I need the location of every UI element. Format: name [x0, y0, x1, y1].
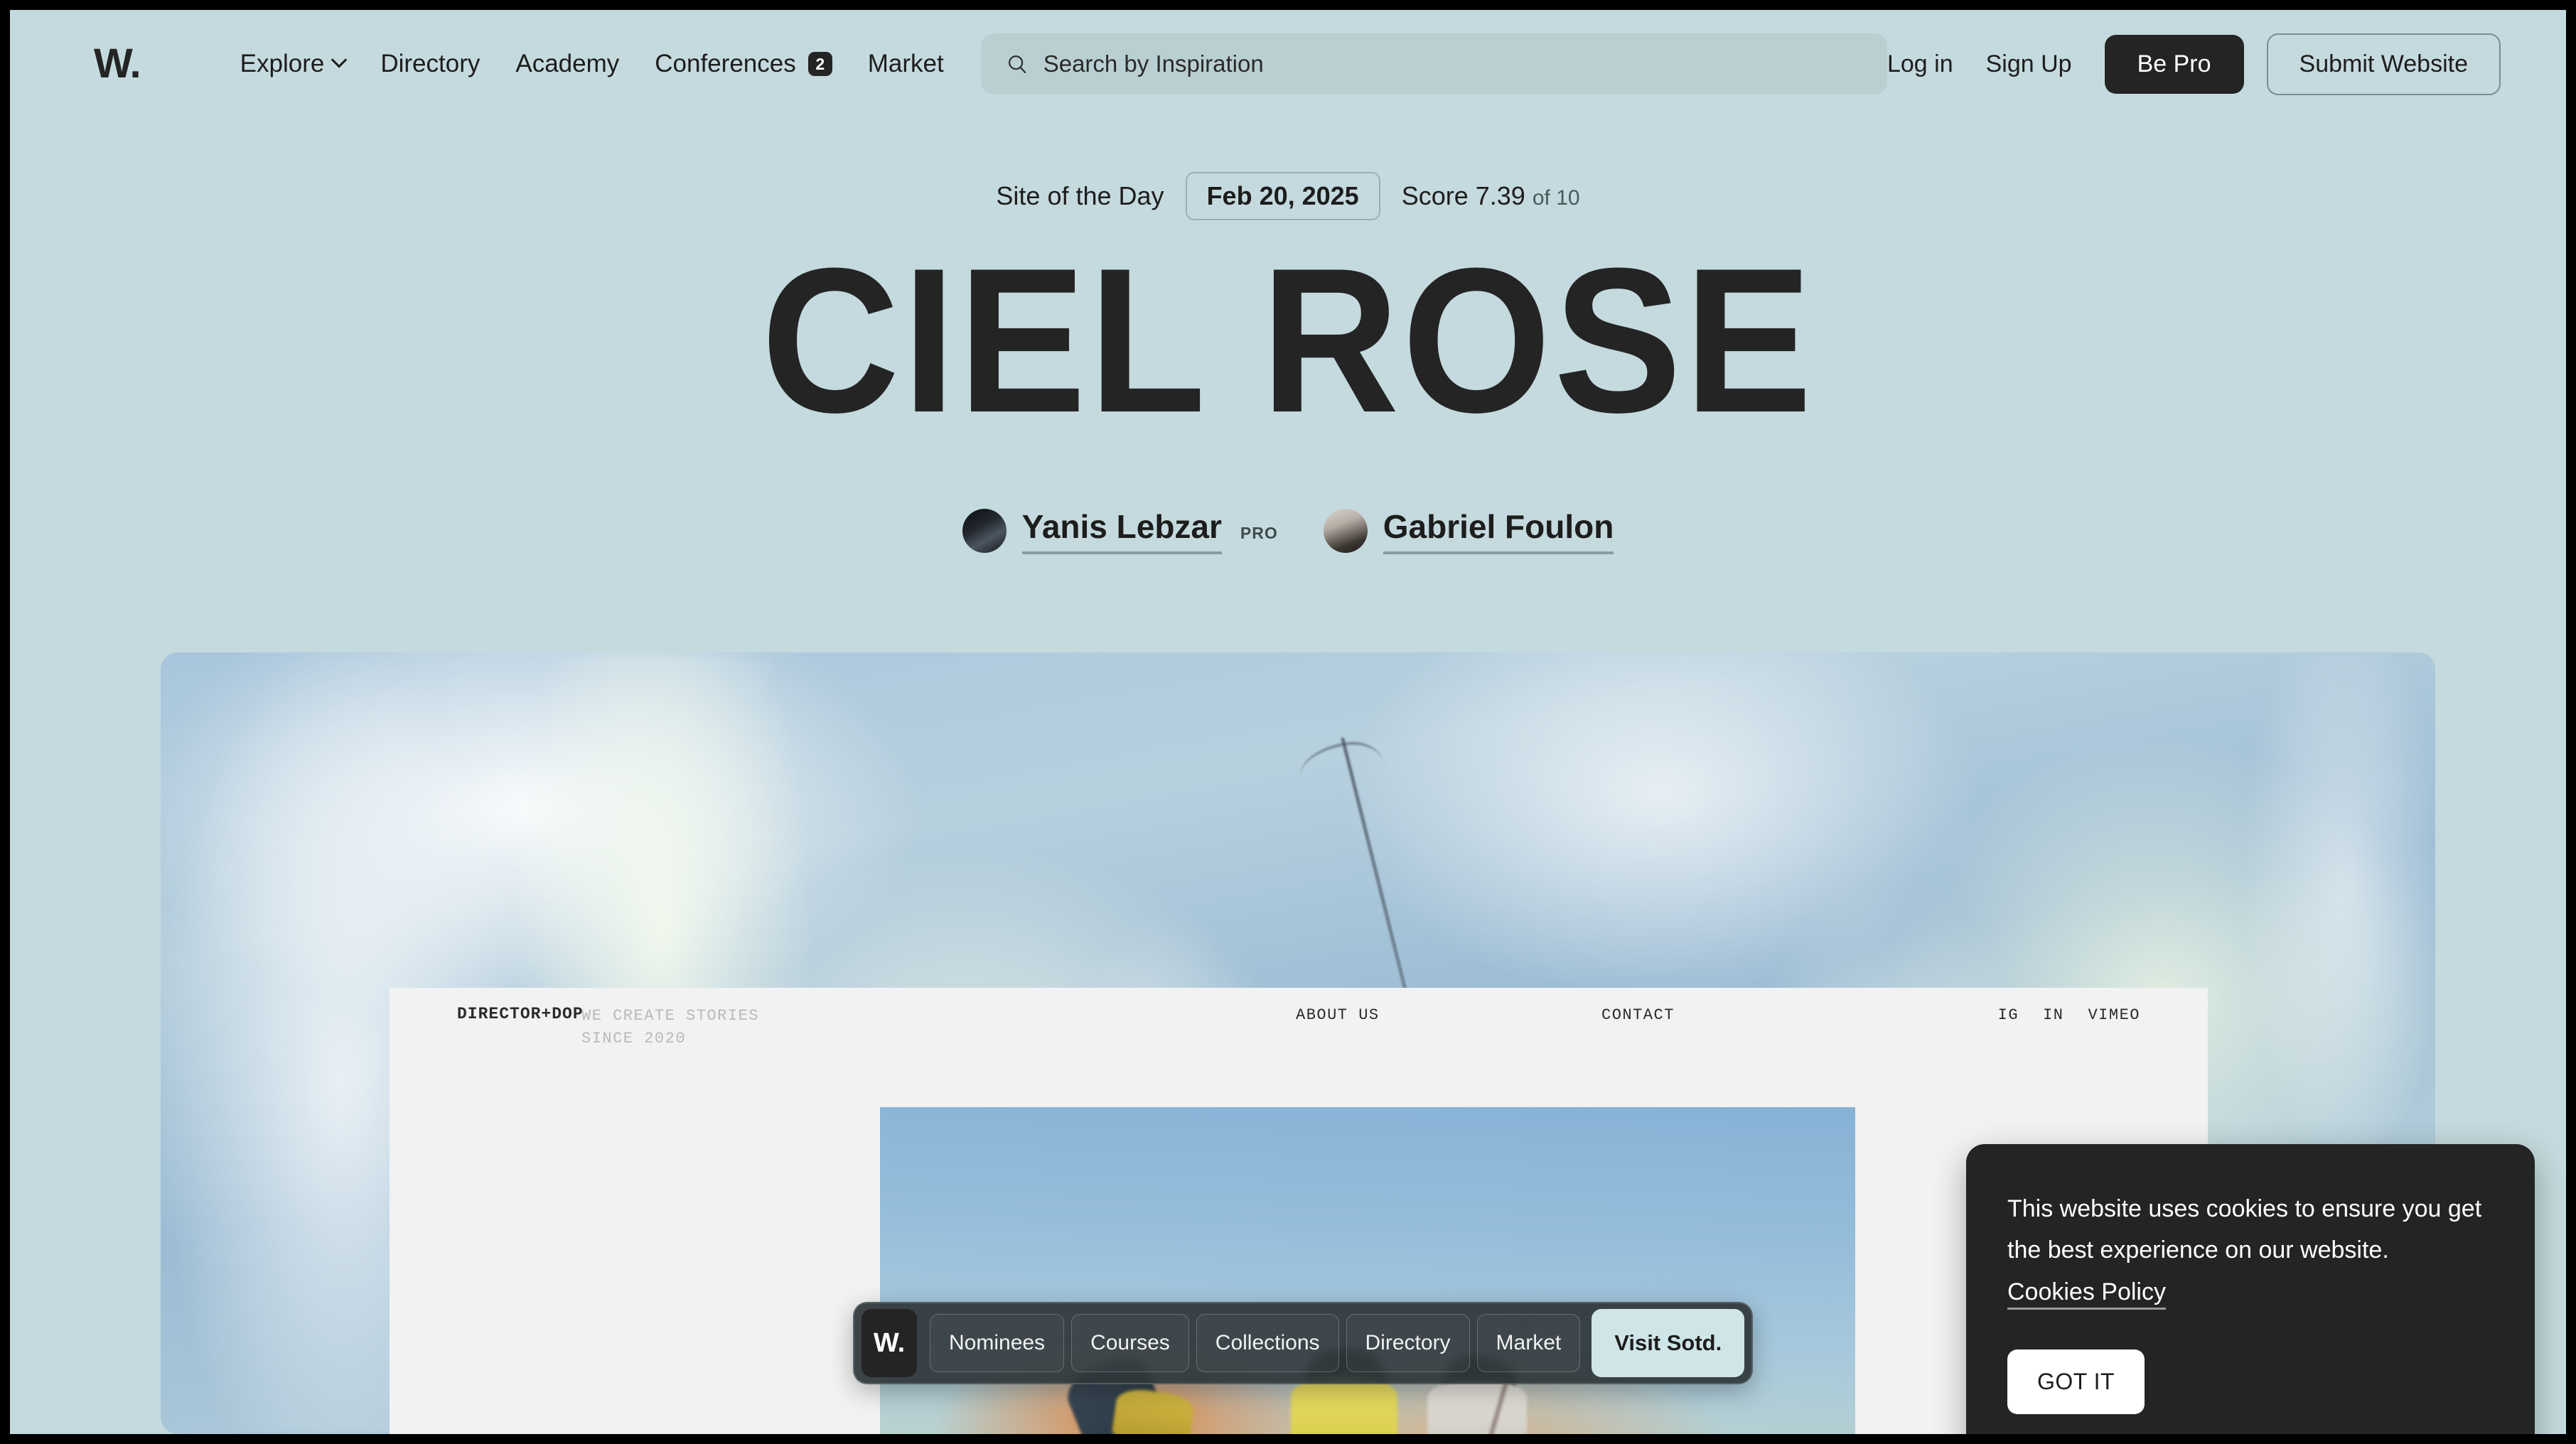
floating-bottom-toolbar: W. Nominees Courses Collections Director…: [853, 1302, 1754, 1384]
nav-item-conferences-label: Conferences: [655, 50, 796, 77]
award-meta-row: Site of the Day Feb 20, 2025 Score 7.39 …: [10, 172, 2566, 220]
embedded-brand-label: DIRECTOR+DOP: [457, 1005, 584, 1023]
nav-right-actions: Log in Sign Up Be Pro Submit Website: [1887, 33, 2501, 95]
toolbar-item-courses[interactable]: Courses: [1071, 1314, 1189, 1372]
browser-viewport: W. Explore Directory Academy Conferences…: [10, 10, 2566, 1434]
conferences-count-badge: 2: [807, 52, 832, 76]
figure-person-1-body: [1111, 1386, 1196, 1434]
toolbar-logo[interactable]: W.: [862, 1309, 917, 1377]
author-yanis-lebzar[interactable]: Yanis Lebzar PRO: [962, 507, 1278, 554]
top-navigation-bar: W. Explore Directory Academy Conferences…: [10, 10, 2566, 118]
toolbar-item-nominees[interactable]: Nominees: [930, 1314, 1065, 1372]
figure-person-2-body: [1291, 1377, 1397, 1434]
search-icon: [1008, 55, 1026, 74]
nav-item-market[interactable]: Market: [868, 50, 944, 78]
toolbar-item-directory[interactable]: Directory: [1346, 1314, 1470, 1372]
embedded-tagline: WE CREATE STORIES SINCE 2020: [581, 1007, 759, 1047]
embedded-social-links: IG IN VIMEO: [1998, 1006, 2140, 1024]
toolbar-item-market[interactable]: Market: [1476, 1314, 1581, 1372]
be-pro-button[interactable]: Be Pro: [2104, 34, 2244, 94]
page-root: W. Explore Directory Academy Conferences…: [0, 0, 2576, 1444]
author-name: Yanis Lebzar: [1021, 507, 1222, 554]
visit-sotd-button[interactable]: Visit Sotd.: [1592, 1309, 1745, 1377]
award-score-max: of 10: [1532, 186, 1580, 210]
avatar: [962, 509, 1007, 553]
award-label: Site of the Day: [996, 181, 1164, 210]
submit-website-button[interactable]: Submit Website: [2266, 33, 2501, 95]
cookie-message-text: This website uses cookies to ensure you …: [2007, 1195, 2482, 1264]
embedded-link-about-us[interactable]: ABOUT US: [1296, 1006, 1380, 1024]
nav-item-academy[interactable]: Academy: [515, 50, 619, 78]
figure-person-3-body: [1427, 1380, 1527, 1434]
signup-link[interactable]: Sign Up: [1986, 50, 2072, 78]
chevron-down-icon: [331, 52, 348, 68]
login-link[interactable]: Log in: [1887, 50, 1953, 78]
search-input[interactable]: Search by Inspiration: [980, 33, 1887, 95]
nav-item-market-label: Market: [867, 50, 944, 77]
author-name: Gabriel Foulon: [1383, 507, 1614, 554]
embedded-site-header: DIRECTOR+DOP WE CREATE STORIES SINCE 202…: [390, 988, 2208, 1056]
primary-nav-links: Explore Directory Academy Conferences 2 …: [240, 50, 944, 78]
award-score-value: Score 7.39: [1401, 181, 1525, 210]
nav-item-academy-label: Academy: [515, 50, 620, 77]
avatar: [1323, 509, 1368, 553]
cookies-policy-link[interactable]: Cookies Policy: [2007, 1278, 2166, 1310]
award-score: Score 7.39 of 10: [1402, 181, 1580, 211]
embedded-link-in[interactable]: IN: [2043, 1006, 2064, 1024]
author-gabriel-foulon[interactable]: Gabriel Foulon: [1323, 507, 1614, 554]
cookie-got-it-button[interactable]: GOT IT: [2007, 1349, 2145, 1415]
pro-badge: PRO: [1240, 523, 1278, 542]
nav-item-conferences[interactable]: Conferences 2: [655, 50, 832, 78]
nav-item-directory[interactable]: Directory: [380, 50, 480, 78]
nav-item-explore-label: Explore: [240, 50, 325, 77]
embedded-hero-photo: [880, 1107, 1855, 1434]
cookie-consent-banner: This website uses cookies to ensure you …: [1966, 1144, 2535, 1434]
award-date-chip[interactable]: Feb 20, 2025: [1185, 172, 1380, 220]
nav-item-directory-label: Directory: [380, 50, 481, 77]
search-placeholder: Search by Inspiration: [1043, 50, 1264, 77]
embedded-link-vimeo[interactable]: VIMEO: [2088, 1006, 2140, 1024]
toolbar-item-collections[interactable]: Collections: [1196, 1314, 1339, 1372]
authors-row: Yanis Lebzar PRO Gabriel Foulon: [10, 507, 2566, 554]
embedded-link-contact[interactable]: CONTACT: [1601, 1006, 1675, 1024]
embedded-link-ig[interactable]: IG: [1998, 1006, 2019, 1024]
cookie-message: This website uses cookies to ensure you …: [2007, 1188, 2494, 1313]
awwwards-logo[interactable]: W.: [94, 43, 141, 85]
nav-item-explore[interactable]: Explore: [240, 50, 348, 78]
page-title: CIEL ROSE: [761, 225, 1815, 456]
photo-figures: [880, 1107, 1855, 1434]
